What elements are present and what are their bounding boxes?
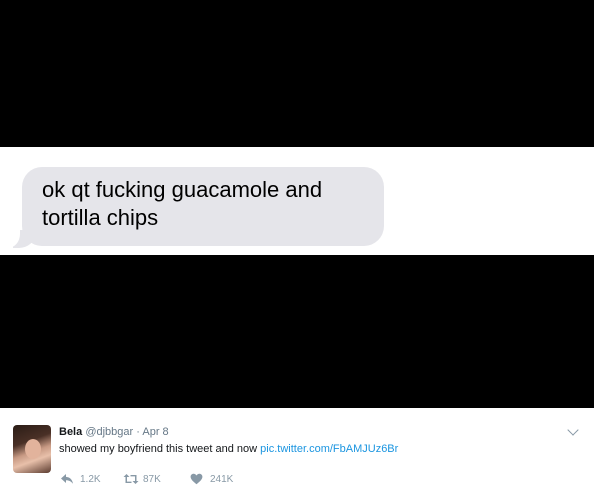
avatar-face (25, 439, 41, 459)
chevron-down-icon[interactable] (567, 424, 579, 436)
heart-icon (190, 473, 204, 485)
tweet-card: Bela @djbbgar · Apr 8 showed my boyfrien… (0, 408, 594, 500)
author-name[interactable]: Bela (59, 426, 82, 438)
tweet-date[interactable]: Apr 8 (142, 426, 168, 438)
retweet-button[interactable]: 87K (123, 473, 161, 485)
black-band-top (0, 0, 594, 147)
avatar[interactable] (13, 425, 51, 473)
reply-icon (60, 473, 74, 485)
tweet-header: Bela @djbbgar · Apr 8 (59, 425, 169, 439)
like-count: 241K (210, 473, 234, 485)
tweet-body-text: showed my boyfriend this tweet and now (59, 443, 258, 455)
header-separator: · (136, 426, 140, 438)
black-band-middle (0, 255, 594, 408)
reply-count: 1.2K (80, 473, 101, 485)
retweet-icon (123, 473, 139, 485)
tweet-media-link[interactable]: pic.twitter.com/FbAMJUz6Br (260, 443, 398, 455)
reply-button[interactable]: 1.2K (60, 473, 101, 485)
retweet-count: 87K (143, 473, 161, 485)
message-text: ok qt fucking guacamole and tortilla chi… (42, 177, 323, 230)
tweet-text: showed my boyfriend this tweet and now p… (59, 442, 398, 456)
author-handle[interactable]: @djbbgar (85, 426, 133, 438)
message-bubble: ok qt fucking guacamole and tortilla chi… (22, 167, 384, 246)
like-button[interactable]: 241K (190, 473, 233, 485)
message-area: ok qt fucking guacamole and tortilla chi… (0, 147, 594, 255)
